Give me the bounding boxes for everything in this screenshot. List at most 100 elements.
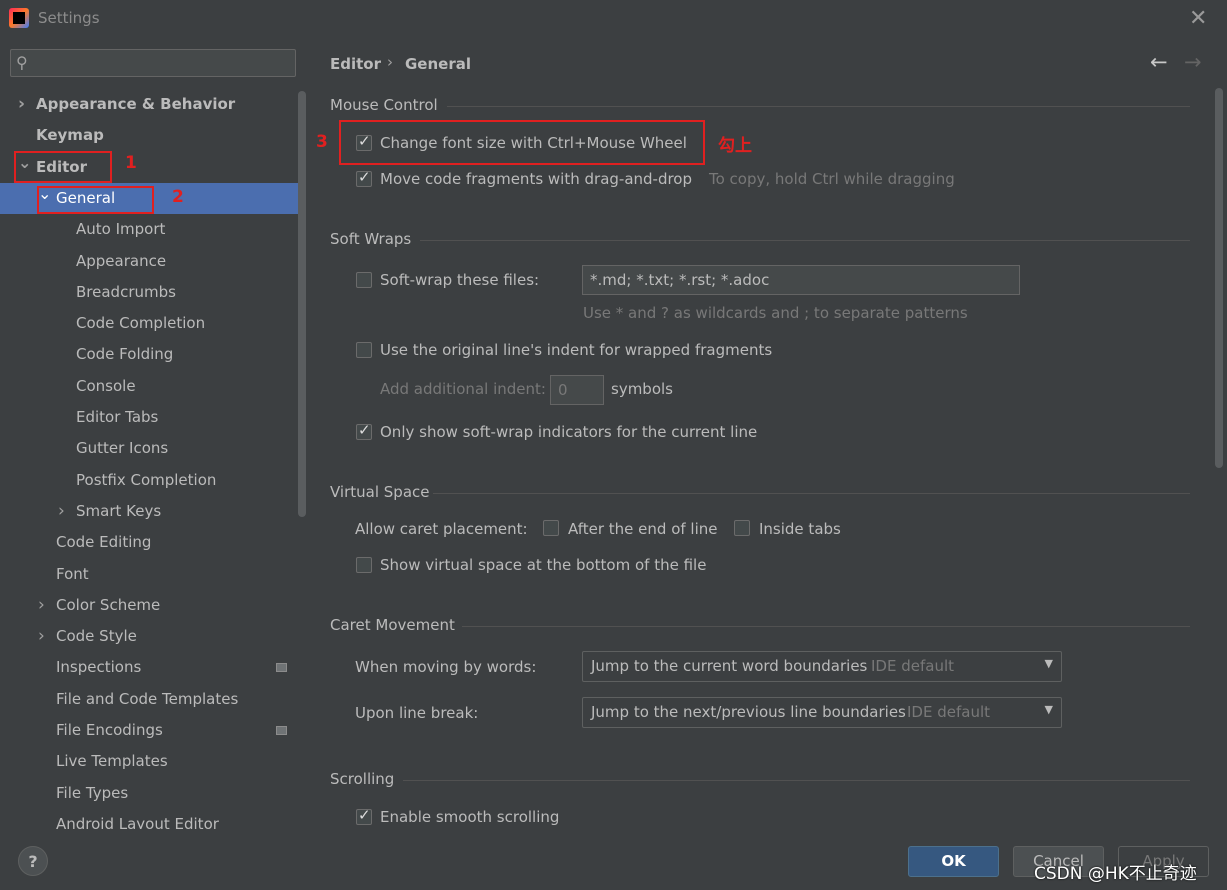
csdn-watermark: CSDN @HK不止奇迹 (1034, 864, 1197, 884)
sidebar-item-smart-keys[interactable]: › Smart Keys (0, 496, 298, 527)
chevron-down-icon: ▼ (1044, 657, 1053, 670)
search-icon[interactable]: ⚲ (16, 53, 28, 72)
forward-arrow-icon[interactable]: → (1184, 50, 1202, 74)
symbols-label: symbols (611, 380, 673, 398)
sidebar-item-keymap[interactable]: Keymap (0, 120, 298, 151)
drag-drop-hint: To copy, hold Ctrl while dragging (709, 170, 955, 188)
title-bar (0, 0, 1227, 38)
section-title-soft-wraps: Soft Wraps (330, 230, 412, 248)
line-break-select[interactable]: Jump to the next/previous line boundarie… (582, 697, 1062, 728)
sidebar-item-label: Console (76, 377, 136, 395)
sidebar-item-label: Breadcrumbs (76, 283, 176, 301)
sidebar-item-color-scheme[interactable]: › Color Scheme (0, 590, 298, 621)
sidebar-item-label: Code Folding (76, 345, 174, 363)
sidebar-item-appearance[interactable]: Appearance (0, 246, 298, 277)
sidebar-item-label: Font (56, 565, 89, 583)
sidebar-item-android-layout-editor[interactable]: Android Layout Editor (0, 809, 298, 829)
sidebar-item-label: File and Code Templates (56, 690, 239, 708)
chevron-right-icon[interactable]: › (38, 590, 45, 621)
intellij-app-icon (9, 8, 29, 28)
content-scrollbar[interactable] (1215, 88, 1223, 468)
show-virtual-space-label[interactable]: Show virtual space at the bottom of the … (380, 556, 706, 574)
annotation-note-check: 勾上 (718, 136, 752, 156)
sidebar-item-editor-tabs[interactable]: Editor Tabs (0, 402, 298, 433)
inside-tabs-checkbox[interactable] (734, 520, 750, 536)
sidebar-item-console[interactable]: Console (0, 371, 298, 402)
sidebar-item-appearance-behavior[interactable]: › Appearance & Behavior (0, 89, 298, 120)
moving-by-words-label: When moving by words: (355, 658, 537, 676)
soft-wrap-patterns-hint: Use * and ? as wildcards and ; to separa… (583, 304, 968, 322)
sidebar-item-label: Appearance (76, 252, 167, 270)
sidebar-item-auto-import[interactable]: Auto Import (0, 214, 298, 245)
chevron-right-icon[interactable]: › (18, 89, 25, 120)
sidebar-scrollbar[interactable] (298, 91, 306, 517)
section-title-caret-movement: Caret Movement (330, 616, 455, 634)
breadcrumb-editor[interactable]: Editor (330, 55, 381, 73)
moving-by-words-select[interactable]: Jump to the current word boundaries IDE … (582, 651, 1062, 682)
search-input[interactable] (10, 49, 296, 77)
chevron-down-icon: ▼ (1044, 703, 1053, 716)
sidebar-item-live-templates[interactable]: Live Templates (0, 746, 298, 777)
sidebar-item-label: Live Templates (56, 752, 168, 770)
sidebar-item-label: Keymap (36, 126, 104, 144)
sidebar-item-code-editing[interactable]: Code Editing (0, 527, 298, 558)
sidebar-item-breadcrumbs[interactable]: Breadcrumbs (0, 277, 298, 308)
annotation-number-2: 2 (172, 187, 184, 207)
help-button[interactable]: ? (18, 846, 48, 876)
sidebar-item-inspections[interactable]: Inspections (0, 652, 298, 683)
sidebar-item-label: Appearance & Behavior (36, 95, 236, 113)
show-virtual-space-checkbox[interactable] (356, 557, 372, 573)
annotation-number-1: 1 (125, 153, 137, 173)
section-divider (462, 626, 1190, 627)
back-arrow-icon[interactable]: ← (1150, 50, 1168, 74)
sidebar-item-gutter-icons[interactable]: Gutter Icons (0, 433, 298, 464)
original-indent-label[interactable]: Use the original line's indent for wrapp… (380, 341, 772, 359)
annotation-number-3: 3 (316, 132, 328, 152)
ok-button[interactable]: OK (908, 846, 999, 877)
sidebar-item-label: Smart Keys (76, 502, 162, 520)
inside-tabs-label[interactable]: Inside tabs (759, 520, 841, 538)
sidebar-item-code-style[interactable]: › Code Style (0, 621, 298, 652)
sidebar-item-label: Color Scheme (56, 596, 161, 614)
sidebar-item-file-encodings[interactable]: File Encodings (0, 715, 298, 746)
section-divider (420, 240, 1190, 241)
after-end-of-line-checkbox[interactable] (543, 520, 559, 536)
soft-wrap-files-checkbox[interactable] (356, 272, 372, 288)
sidebar-item-font[interactable]: Font (0, 559, 298, 590)
sidebar-item-label: Auto Import (76, 220, 166, 238)
soft-wrap-files-label[interactable]: Soft-wrap these files: (380, 271, 539, 289)
soft-wrap-indicators-label[interactable]: Only show soft-wrap indicators for the c… (380, 423, 757, 441)
soft-wrap-indicators-checkbox[interactable] (356, 421, 372, 440)
sidebar-item-file-types[interactable]: File Types (0, 778, 298, 809)
original-indent-checkbox[interactable] (356, 342, 372, 358)
sidebar-item-postfix-completion[interactable]: Postfix Completion (0, 465, 298, 496)
caret-placement-label: Allow caret placement: (355, 520, 528, 538)
sidebar-item-file-and-code-templates[interactable]: File and Code Templates (0, 684, 298, 715)
close-icon[interactable]: ✕ (1189, 6, 1207, 31)
annotation-box-general (37, 186, 154, 214)
drag-drop-checkbox[interactable] (356, 168, 372, 187)
sidebar-item-label: Android Layout Editor (56, 815, 219, 829)
sidebar-item-label: Gutter Icons (76, 439, 169, 457)
soft-wrap-patterns-field[interactable]: *.md; *.txt; *.rst; *.adoc (582, 265, 1020, 295)
chevron-right-icon[interactable]: › (38, 621, 45, 652)
line-break-default: IDE default (907, 703, 990, 721)
moving-by-words-value: Jump to the current word boundaries (591, 657, 868, 675)
after-end-of-line-label[interactable]: After the end of line (568, 520, 718, 538)
sidebar-item-label: File Types (56, 784, 129, 802)
smooth-scrolling-label[interactable]: Enable smooth scrolling (380, 808, 559, 826)
smooth-scrolling-checkbox[interactable] (356, 806, 372, 825)
project-scope-icon (276, 663, 287, 672)
section-title-virtual-space: Virtual Space (330, 483, 430, 501)
sidebar-item-label: Inspections (56, 658, 142, 676)
section-divider (447, 106, 1190, 107)
breadcrumb-separator: › (387, 53, 393, 71)
drag-drop-label[interactable]: Move code fragments with drag-and-drop (380, 170, 692, 188)
sidebar-item-label: Code Style (56, 627, 137, 645)
sidebar-item-code-completion[interactable]: Code Completion (0, 308, 298, 339)
additional-indent-field[interactable]: 0 (550, 375, 604, 405)
moving-by-words-default: IDE default (871, 657, 954, 675)
chevron-right-icon[interactable]: › (58, 496, 65, 527)
sidebar-item-code-folding[interactable]: Code Folding (0, 339, 298, 370)
annotation-box-editor (14, 151, 112, 183)
